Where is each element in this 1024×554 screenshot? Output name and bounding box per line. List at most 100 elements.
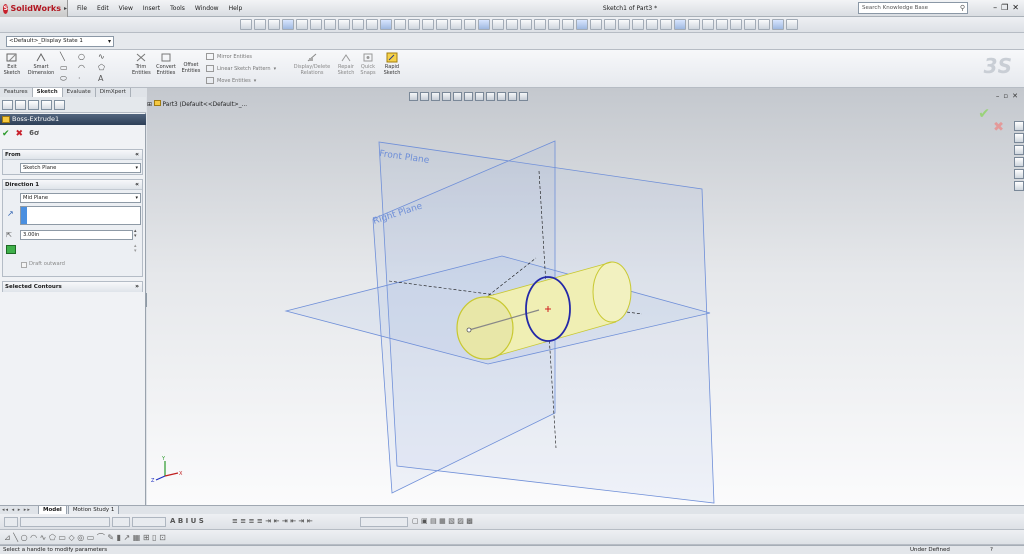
property-manager-icon[interactable] xyxy=(15,100,26,110)
polygon-icon[interactable]: ⬠ xyxy=(98,63,105,72)
menu-view[interactable]: View xyxy=(114,3,138,14)
end-condition-select[interactable]: Mid Plane ▾ xyxy=(20,193,141,203)
menu-tools[interactable]: Tools xyxy=(165,3,190,14)
rectangle-icon[interactable]: ▭ xyxy=(60,63,68,72)
menu-window[interactable]: Window xyxy=(190,3,224,14)
exit-sketch-button[interactable]: Exit Sketch xyxy=(3,52,21,76)
solidworks-logo[interactable]: S SolidWorks ▸ xyxy=(0,0,68,17)
tab-dimxpert[interactable]: DimXpert xyxy=(96,88,131,97)
toolbar-tool-icon[interactable] xyxy=(688,19,700,30)
extrude-end-face[interactable] xyxy=(592,261,632,323)
menu-insert[interactable]: Insert xyxy=(138,3,165,14)
toolbar-tool-icon[interactable] xyxy=(366,19,378,30)
detailed-preview-icon[interactable]: 6ơ xyxy=(29,129,39,139)
toolbar-tool-icon[interactable] xyxy=(520,19,532,30)
minimize-button[interactable]: – xyxy=(993,2,997,14)
menu-file[interactable]: File xyxy=(72,3,92,14)
toolbar-tool-icon[interactable] xyxy=(548,19,560,30)
toolbar-tool-icon[interactable] xyxy=(492,19,504,30)
display-state-select[interactable]: <Default>_Display State 1 ▾ xyxy=(6,36,114,47)
expand-chevron-icon[interactable]: » xyxy=(135,282,139,292)
toolbar-tool-icon[interactable] xyxy=(254,19,266,30)
toolbar-tool-icon[interactable] xyxy=(604,19,616,30)
close-button[interactable]: ✕ xyxy=(1012,2,1019,14)
draft-spinner[interactable]: ▴ ▾ xyxy=(134,244,137,254)
from-group-header[interactable]: From « xyxy=(3,150,142,160)
rapid-sketch-button[interactable]: Rapid Sketch xyxy=(382,52,402,76)
toolbar-tool-icon[interactable] xyxy=(352,19,364,30)
direction1-group-header[interactable]: Direction 1 « xyxy=(3,180,142,190)
toolbar-tool-icon[interactable] xyxy=(408,19,420,30)
draft-on-off-icon[interactable] xyxy=(6,245,16,254)
graphics-area[interactable]: ⊞ Part3 (Default<<Default>_... – ▫ ✕ ✔ ✖ xyxy=(147,88,1024,505)
text-format-icons[interactable]: A B I U S xyxy=(170,517,204,525)
toolbar-tool-icon[interactable] xyxy=(632,19,644,30)
convert-entities-button[interactable]: Convert Entities xyxy=(155,52,177,76)
draft-outward-checkbox[interactable] xyxy=(21,262,27,268)
alignment-icons[interactable]: ≡ ≡ ≡ ≡ ⇥ ⇤ ⇥ ⇤ ⇥ ⇤ xyxy=(232,517,313,525)
toolbar-tool-icon[interactable] xyxy=(380,19,392,30)
arc-icon[interactable]: ◠ xyxy=(78,63,85,72)
toolbar-tool-icon[interactable] xyxy=(310,19,322,30)
collapse-chevron-icon[interactable]: « xyxy=(135,180,139,190)
menu-edit[interactable]: Edit xyxy=(92,3,114,14)
toolbar-tool-icon[interactable] xyxy=(730,19,742,30)
toolbar-tool-icon[interactable] xyxy=(338,19,350,30)
slot-icon[interactable]: ⬭ xyxy=(60,74,67,84)
toolbar-tool-icon[interactable] xyxy=(464,19,476,30)
sketch-tools-icons[interactable]: ⊿ ╲ ○ ◠ ∿ ⬠ ▭ ◇ ◎ ▭ ⌒ ✎ ▮ ↗ ▦ ⊞ ▯ ⊡ xyxy=(4,532,166,543)
configuration-manager-icon[interactable] xyxy=(28,100,39,110)
mirror-entities-button[interactable]: Mirror Entities xyxy=(206,53,252,60)
font-select[interactable] xyxy=(20,517,110,527)
from-select[interactable]: Sketch Plane ▾ xyxy=(20,163,141,173)
move-entities-button[interactable]: Move Entities ▾ xyxy=(206,77,256,84)
display-delete-relations-button[interactable]: Display/Delete Relations xyxy=(292,52,332,76)
menu-help[interactable]: Help xyxy=(224,3,248,14)
search-knowledge-base-input[interactable]: Search Knowledge Base ⚲ xyxy=(858,2,968,14)
toolbar-tool-icon[interactable] xyxy=(478,19,490,30)
toolbar-tool-icon[interactable] xyxy=(590,19,602,30)
toolbar-tool-icon[interactable] xyxy=(282,19,294,30)
style-icon[interactable] xyxy=(4,517,18,527)
tab-sketch[interactable]: Sketch xyxy=(32,88,63,97)
tab-navigation-arrows[interactable]: ◂◂ ◂ ▸ ▸▸ xyxy=(2,507,38,513)
toolbar-tool-icon[interactable] xyxy=(240,19,252,30)
font-size-select[interactable] xyxy=(112,517,130,527)
offset-entities-button[interactable]: Offset Entities xyxy=(180,62,202,74)
trim-entities-button[interactable]: Trim Entities xyxy=(132,52,151,76)
depth-input[interactable]: 3.00in xyxy=(20,230,133,240)
layer-select[interactable] xyxy=(360,517,408,527)
toolbar-tool-icon[interactable] xyxy=(646,19,658,30)
restore-button[interactable]: ❐ xyxy=(1001,2,1008,14)
point-icon[interactable]: · xyxy=(78,74,81,83)
toolbar-tool-icon[interactable] xyxy=(324,19,336,30)
toolbar-tool-icon[interactable] xyxy=(618,19,630,30)
tab-features[interactable]: Features xyxy=(0,88,33,97)
drag-handle[interactable] xyxy=(466,327,472,333)
toolbar-tool-icon[interactable] xyxy=(702,19,714,30)
help-button[interactable]: ? xyxy=(990,546,993,554)
search-icon[interactable]: ⚲ xyxy=(960,4,965,12)
toolbar-tool-icon[interactable] xyxy=(786,19,798,30)
toolbar-tool-icon[interactable] xyxy=(758,19,770,30)
direction-arrow-icon[interactable]: ↗ xyxy=(7,209,14,218)
toolbar-tool-icon[interactable] xyxy=(660,19,672,30)
toolbar-tool-icon[interactable] xyxy=(268,19,280,30)
annotation-icons[interactable]: ▢ ▣ ▤ ▦ ▧ ▨ ▩ xyxy=(412,517,473,525)
linear-sketch-pattern-button[interactable]: Linear Sketch Pattern ▾ xyxy=(206,65,276,72)
toolbar-tool-icon[interactable] xyxy=(394,19,406,30)
extrude-start-face[interactable] xyxy=(456,296,514,360)
line-icon[interactable]: ╲ xyxy=(60,52,65,61)
toolbar-tool-icon[interactable] xyxy=(716,19,728,30)
collapse-chevron-icon[interactable]: « xyxy=(135,150,139,160)
font-height-select[interactable] xyxy=(132,517,166,527)
text-icon[interactable]: A xyxy=(98,74,103,83)
toolbar-tool-icon[interactable] xyxy=(436,19,448,30)
toolbar-tool-icon[interactable] xyxy=(534,19,546,30)
toolbar-tool-icon[interactable] xyxy=(506,19,518,30)
circle-icon[interactable]: ○ xyxy=(78,52,85,61)
repair-sketch-button[interactable]: Repair Sketch xyxy=(336,52,356,76)
cancel-x-icon[interactable]: ✖ xyxy=(16,129,24,139)
toolbar-tool-icon[interactable] xyxy=(576,19,588,30)
ok-check-icon[interactable]: ✔ xyxy=(2,129,10,139)
